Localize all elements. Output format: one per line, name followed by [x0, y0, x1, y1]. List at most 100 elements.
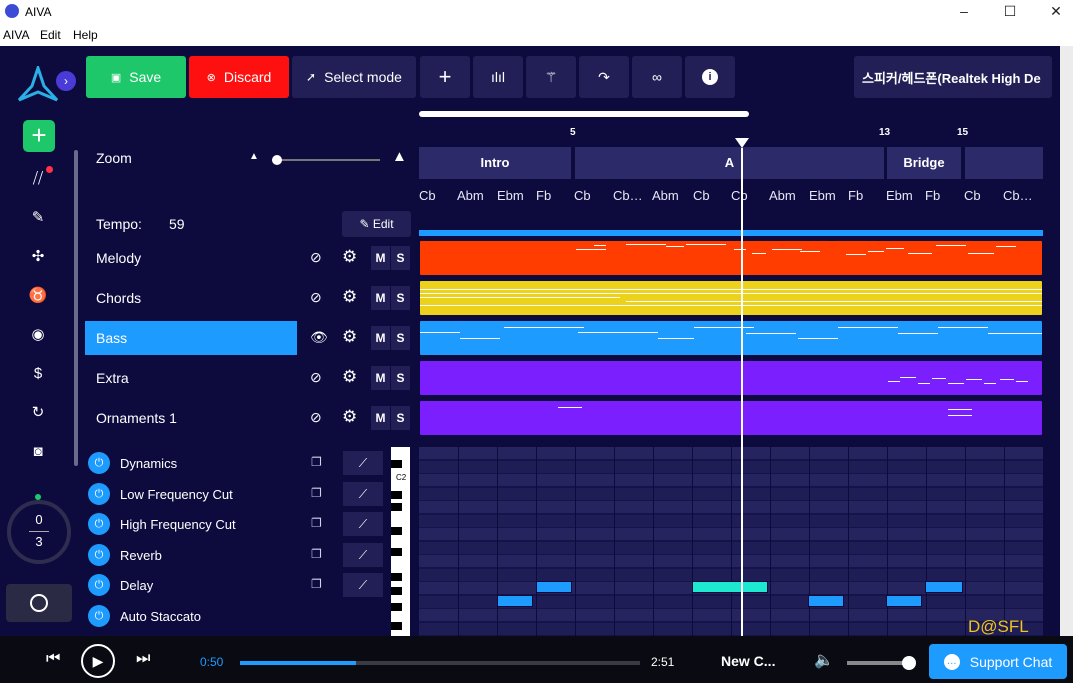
visibility-icon[interactable]: ⊘	[310, 249, 322, 266]
section-bridge[interactable]: Bridge	[887, 147, 961, 179]
power-icon[interactable]: ⏻	[88, 574, 110, 596]
progress-track[interactable]	[240, 661, 640, 665]
counter-bottom: 3	[35, 534, 43, 549]
playhead-marker[interactable]	[735, 138, 749, 148]
track-lane[interactable]	[419, 320, 1043, 356]
note-block[interactable]	[692, 581, 768, 593]
settings-icon[interactable]: ⚙	[342, 407, 357, 427]
copy-icon[interactable]: ❐	[311, 547, 322, 561]
section-next[interactable]	[965, 147, 1043, 179]
power-icon[interactable]: ⏻	[88, 544, 110, 566]
solo-button[interactable]: S	[391, 326, 410, 350]
zoom-slider-handle[interactable]	[272, 155, 283, 165]
section-a[interactable]: A	[575, 147, 884, 179]
menu-aiva[interactable]: AIVA	[3, 28, 29, 42]
add-button[interactable]: +	[420, 56, 470, 98]
redo-button[interactable]: ↷	[579, 56, 629, 98]
menu-help[interactable]: Help	[73, 28, 98, 42]
expand-sidebar-button[interactable]: ›	[56, 71, 76, 91]
automation-button[interactable]: ⟋	[343, 512, 383, 536]
select-mode-button[interactable]: ➚ Select mode	[292, 56, 416, 98]
section-intro[interactable]: Intro	[419, 147, 571, 179]
automation-button[interactable]: ⟋	[343, 451, 383, 475]
track-lane[interactable]	[419, 360, 1043, 396]
visibility-icon[interactable]: ⊘	[310, 369, 322, 386]
audio-device-select[interactable]: 스피커/헤드폰(Realtek High De	[854, 56, 1052, 98]
timeline-scroll-track[interactable]	[419, 111, 749, 117]
power-icon[interactable]: ⏻	[88, 513, 110, 535]
track-row[interactable]: Chords	[85, 281, 297, 315]
solo-button[interactable]: S	[391, 286, 410, 310]
dollar-icon[interactable]: $	[25, 361, 51, 387]
zoom-slider-track[interactable]	[272, 159, 380, 161]
radio-icon[interactable]: ◉	[25, 322, 51, 348]
volume-track[interactable]	[847, 661, 909, 665]
mute-button[interactable]: M	[371, 366, 390, 390]
visibility-icon[interactable]: ⊘	[310, 289, 322, 306]
menu-edit[interactable]: Edit	[40, 28, 61, 42]
note-block[interactable]	[886, 595, 922, 607]
note-block[interactable]	[536, 581, 572, 593]
settings-icon[interactable]: ⚙	[342, 287, 357, 307]
new-composition-button[interactable]: +	[23, 120, 55, 152]
track-row[interactable]: Extra	[85, 361, 297, 395]
settings-icon[interactable]: ⚙	[342, 327, 357, 347]
automation-button[interactable]: ⟋	[343, 543, 383, 567]
mute-button[interactable]: M	[371, 326, 390, 350]
history-icon[interactable]: ↻	[25, 400, 51, 426]
info-button[interactable]: i	[685, 56, 735, 98]
mute-button[interactable]: M	[371, 406, 390, 430]
save-button[interactable]: ▣ Save	[86, 56, 186, 98]
visibility-icon[interactable]: 👁	[310, 329, 328, 346]
track-lane[interactable]	[419, 400, 1043, 436]
profile-button[interactable]	[6, 584, 72, 622]
power-icon[interactable]: ⏻	[88, 605, 110, 627]
note-block[interactable]	[925, 581, 963, 593]
zoom-in-icon[interactable]: ▲	[392, 148, 407, 165]
zoom-out-icon[interactable]: ▲	[249, 151, 259, 162]
note-block[interactable]	[808, 595, 844, 607]
previous-icon[interactable]: ⏮	[46, 650, 60, 668]
automation-button[interactable]: ⟋	[343, 573, 383, 597]
volume-icon[interactable]: 🔈	[814, 650, 834, 670]
copy-icon[interactable]: ❐	[311, 486, 322, 500]
maximize-button[interactable]: ☐	[987, 0, 1033, 22]
sidebar-scrollbar[interactable]	[74, 150, 78, 466]
track-row[interactable]: Bass	[85, 321, 297, 355]
copy-icon[interactable]: ❐	[311, 516, 322, 530]
minimize-button[interactable]: –	[941, 0, 987, 22]
automation-button[interactable]: ⟋	[343, 482, 383, 506]
power-icon[interactable]: ⏻	[88, 483, 110, 505]
support-chat-button[interactable]: … Support Chat	[929, 644, 1067, 679]
settings-icon[interactable]: ⚙	[342, 247, 357, 267]
mixer-button[interactable]: ılıl	[473, 56, 523, 98]
play-button[interactable]: ▶	[81, 644, 115, 678]
track-row[interactable]: Melody	[85, 241, 297, 275]
track-row[interactable]: Ornaments 1	[85, 401, 297, 435]
fan-icon[interactable]: ✣	[25, 244, 51, 270]
pencil-icon[interactable]: ✎	[25, 205, 51, 231]
tempo-edit-button[interactable]: ✎ Edit	[342, 211, 411, 237]
power-icon[interactable]: ⏻	[88, 452, 110, 474]
settings-icon[interactable]: ⚙	[342, 367, 357, 387]
influence-icon[interactable]: ♉	[25, 283, 51, 309]
piano-roll-grid[interactable]	[419, 447, 1043, 636]
solo-button[interactable]: S	[391, 406, 410, 430]
track-lane[interactable]	[419, 280, 1043, 316]
mute-button[interactable]: M	[371, 246, 390, 270]
note-block[interactable]	[497, 595, 533, 607]
discard-button[interactable]: ⊗ Discard	[189, 56, 289, 98]
next-icon[interactable]: ⏭	[136, 650, 150, 668]
solo-button[interactable]: S	[391, 246, 410, 270]
close-button[interactable]: ✕	[1033, 0, 1073, 22]
magic-wand-button[interactable]: ⚚	[526, 56, 576, 98]
track-lane[interactable]	[419, 240, 1043, 276]
solo-button[interactable]: S	[391, 366, 410, 390]
copy-icon[interactable]: ❐	[311, 455, 322, 469]
visibility-icon[interactable]: ⊘	[310, 409, 322, 426]
mute-button[interactable]: M	[371, 286, 390, 310]
copy-icon[interactable]: ❐	[311, 577, 322, 591]
volume-handle[interactable]	[902, 656, 916, 670]
discord-icon[interactable]: ◙	[25, 439, 51, 465]
link-button[interactable]: ∞	[632, 56, 682, 98]
